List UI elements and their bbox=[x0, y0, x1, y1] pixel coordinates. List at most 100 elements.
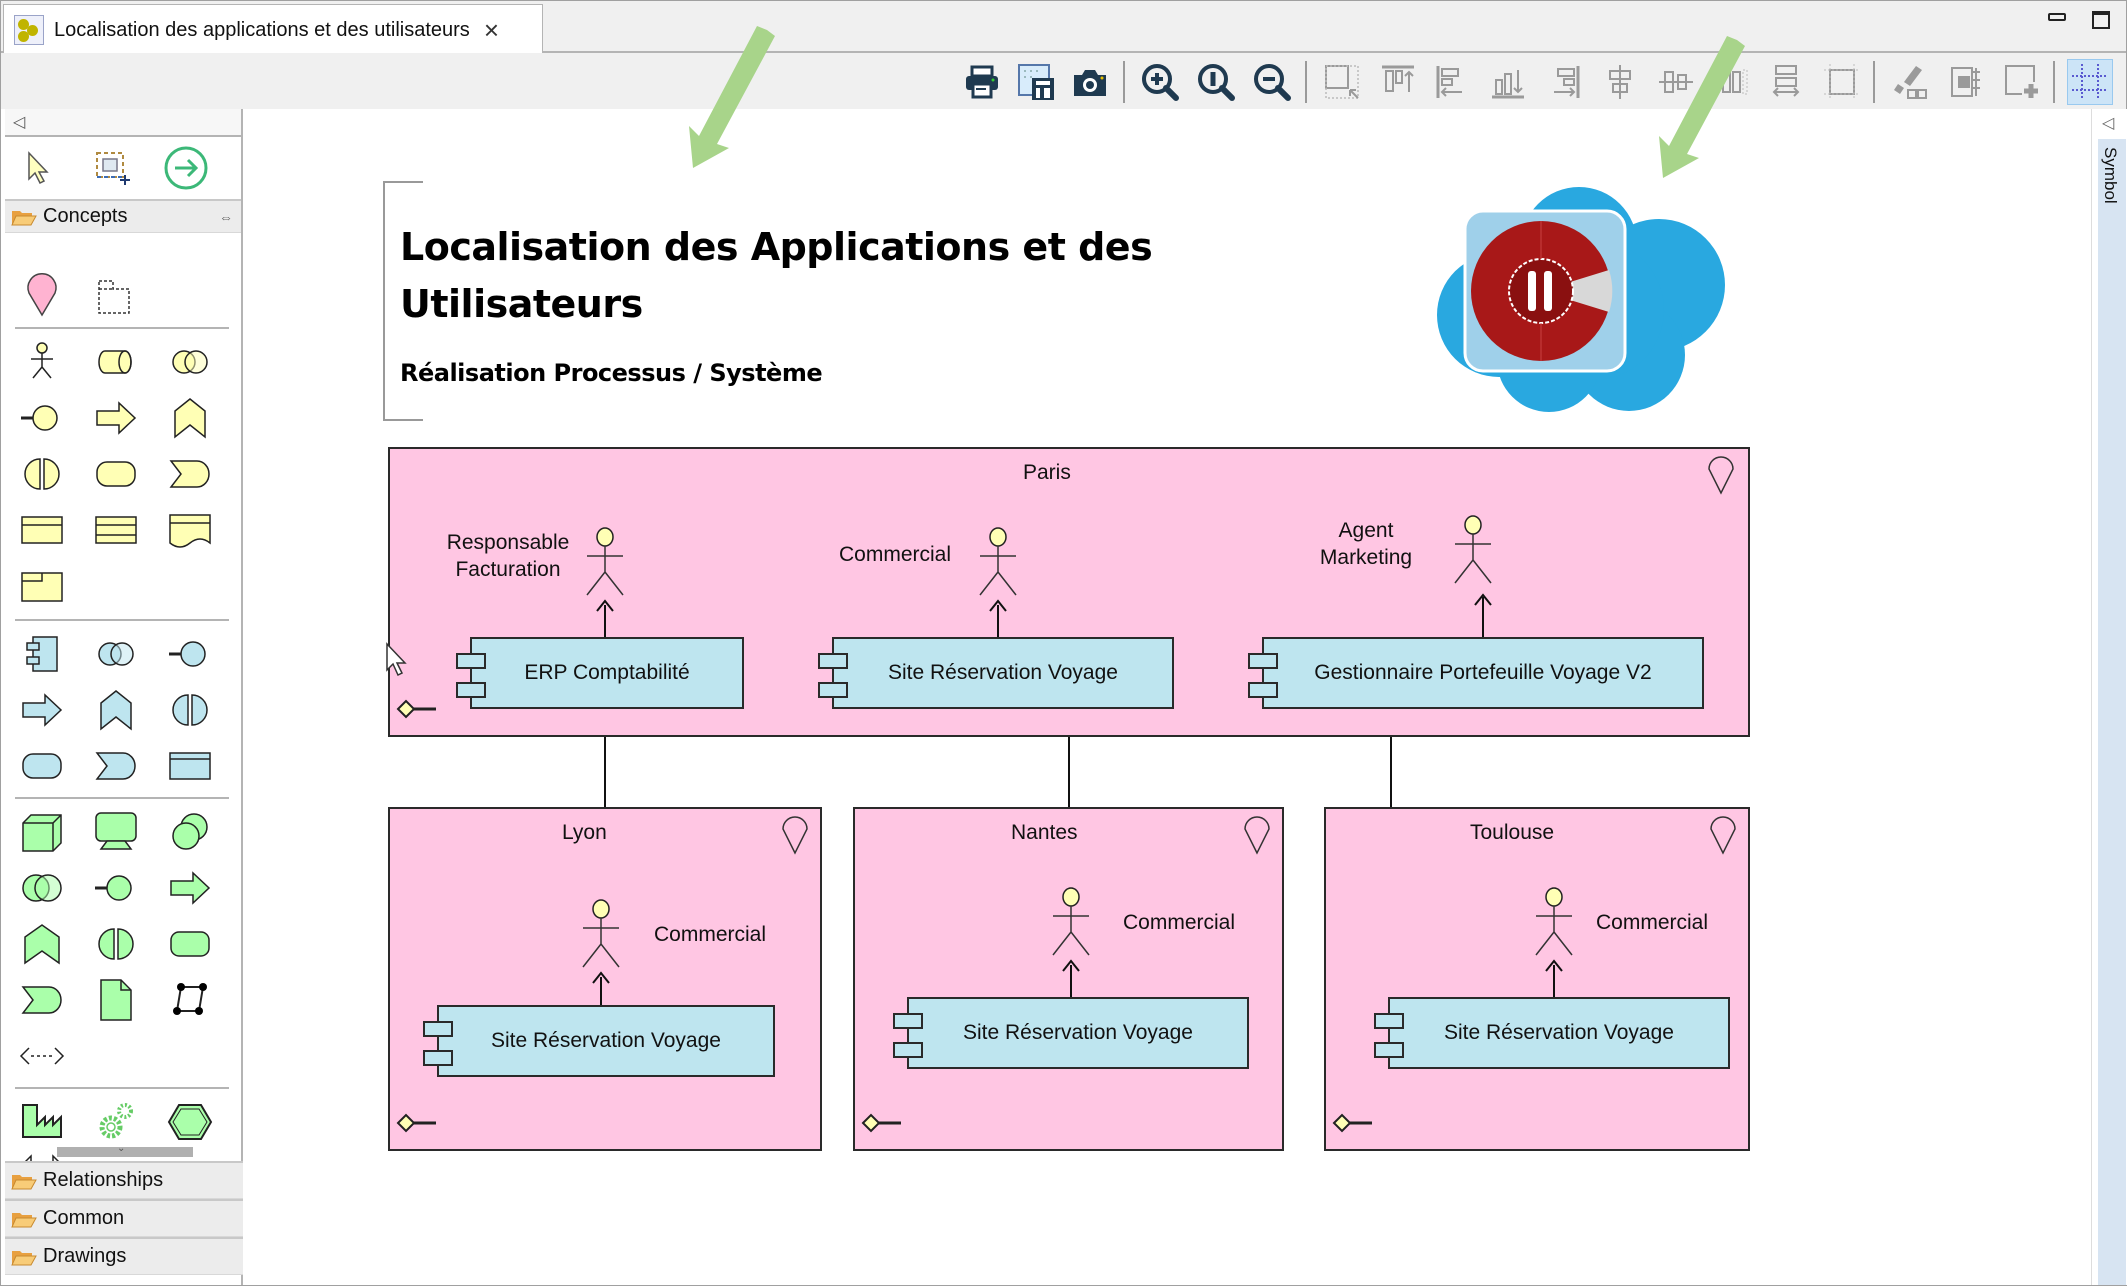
technology-event-tool[interactable] bbox=[19, 977, 65, 1023]
application-service-tool[interactable] bbox=[19, 743, 65, 789]
location-connection[interactable] bbox=[604, 736, 606, 808]
snapshot-button[interactable] bbox=[1067, 59, 1113, 105]
business-process-tool[interactable] bbox=[93, 395, 139, 441]
pin-icon[interactable]: ⇔ bbox=[219, 209, 233, 225]
drawer-common[interactable]: Common bbox=[5, 1199, 243, 1237]
contract-tool[interactable] bbox=[93, 507, 139, 553]
zoom-out-button[interactable] bbox=[1249, 59, 1295, 105]
technology-process-tool[interactable] bbox=[167, 865, 213, 911]
align-center-button[interactable] bbox=[1597, 59, 1643, 105]
application-event-tool[interactable] bbox=[93, 743, 139, 789]
data-object-tool[interactable] bbox=[167, 743, 213, 789]
device-tool[interactable] bbox=[93, 809, 139, 855]
node-tool[interactable] bbox=[19, 809, 65, 855]
minimize-button[interactable] bbox=[2048, 13, 2066, 21]
location-connection[interactable] bbox=[1068, 736, 1070, 808]
palette-collapse-button[interactable]: ◁ bbox=[5, 109, 241, 137]
business-interface-tool[interactable] bbox=[19, 395, 65, 441]
location-nantes[interactable]: Nantes Commercial Site Réservation Voyag… bbox=[853, 807, 1284, 1151]
facility-tool[interactable] bbox=[93, 1099, 139, 1145]
technology-collaboration-tool[interactable] bbox=[19, 865, 65, 911]
communication-network-tool[interactable] bbox=[167, 977, 213, 1023]
application-interface-tool[interactable] bbox=[167, 631, 213, 677]
actor-icon[interactable] bbox=[1043, 887, 1099, 965]
technology-function-tool[interactable] bbox=[19, 921, 65, 967]
zoom-normal-button[interactable] bbox=[1193, 59, 1239, 105]
application-collaboration-tool[interactable] bbox=[93, 631, 139, 677]
service-icon bbox=[22, 753, 62, 779]
application-interaction-tool[interactable] bbox=[167, 687, 213, 733]
application-component[interactable]: ERP Comptabilité bbox=[456, 637, 744, 709]
grid-toggle-button[interactable] bbox=[2067, 59, 2113, 105]
business-role-tool[interactable] bbox=[93, 339, 139, 385]
application-name: Site Réservation Voyage bbox=[491, 1029, 721, 1052]
technology-interface-tool[interactable] bbox=[93, 865, 139, 911]
drawer-drawings[interactable]: Drawings bbox=[5, 1237, 243, 1275]
new-element-button[interactable] bbox=[1999, 59, 2045, 105]
match-size-button[interactable] bbox=[1319, 59, 1365, 105]
select-tool[interactable] bbox=[15, 145, 61, 191]
default-size-button[interactable] bbox=[1819, 59, 1865, 105]
process-arrow-icon bbox=[96, 401, 137, 435]
magic-connector-tool[interactable] bbox=[163, 145, 209, 191]
application-component[interactable]: Site Réservation Voyage bbox=[893, 997, 1249, 1069]
drawer-relationships[interactable]: Relationships bbox=[5, 1161, 243, 1199]
system-software-tool[interactable] bbox=[167, 809, 213, 855]
marquee-tool[interactable] bbox=[89, 145, 135, 191]
location-paris[interactable]: Paris Responsable Facturation ERP Compta… bbox=[388, 447, 1750, 737]
symbol-tab[interactable]: Symbol bbox=[2098, 139, 2126, 1285]
business-event-tool[interactable] bbox=[167, 451, 213, 497]
save-as-image-button[interactable] bbox=[1013, 59, 1059, 105]
technology-service-tool[interactable] bbox=[167, 921, 213, 967]
grouping-tool[interactable] bbox=[91, 273, 137, 319]
align-right-button[interactable] bbox=[1541, 59, 1587, 105]
application-component[interactable]: Gestionnaire Portefeuille Voyage V2 bbox=[1248, 637, 1704, 709]
actor-icon[interactable] bbox=[970, 527, 1026, 605]
palette-scroll-down[interactable]: ⌄ bbox=[57, 1143, 193, 1157]
close-icon[interactable]: × bbox=[484, 17, 499, 43]
location-toulouse[interactable]: Toulouse Commercial Site Réservation Voy… bbox=[1324, 807, 1750, 1151]
align-left-button[interactable] bbox=[1429, 59, 1475, 105]
business-function-tool[interactable] bbox=[167, 395, 213, 441]
distribution-network-tool[interactable] bbox=[167, 1099, 213, 1145]
equipment-tool[interactable] bbox=[19, 1099, 65, 1145]
application-function-tool[interactable] bbox=[93, 687, 139, 733]
actor-icon[interactable] bbox=[573, 899, 629, 977]
drawer-concepts[interactable]: Concepts ⇔ bbox=[5, 201, 241, 233]
zoom-in-button[interactable] bbox=[1137, 59, 1183, 105]
location-tool[interactable] bbox=[19, 273, 65, 319]
application-component[interactable]: Site Réservation Voyage bbox=[818, 637, 1174, 709]
actor-icon[interactable] bbox=[1445, 515, 1501, 593]
align-bottom-button[interactable] bbox=[1485, 59, 1531, 105]
location-name: Paris bbox=[1023, 461, 1071, 484]
maximize-button[interactable] bbox=[2092, 11, 2110, 29]
application-process-tool[interactable] bbox=[19, 687, 65, 733]
representation-tool[interactable] bbox=[167, 507, 213, 553]
reset-size-button[interactable] bbox=[1943, 59, 1989, 105]
business-object-tool[interactable] bbox=[19, 507, 65, 553]
match-height-button[interactable] bbox=[1763, 59, 1809, 105]
application-component[interactable]: Site Réservation Voyage bbox=[423, 1005, 775, 1077]
expand-left-icon[interactable]: ◁ bbox=[2102, 113, 2114, 133]
drawer-label: Relationships bbox=[43, 1169, 164, 1191]
actor-icon[interactable] bbox=[1526, 887, 1582, 965]
path-tool[interactable] bbox=[19, 1033, 65, 1079]
application-component[interactable]: Site Réservation Voyage bbox=[1374, 997, 1730, 1069]
artifact-tool[interactable] bbox=[93, 977, 139, 1023]
business-interaction-tool[interactable] bbox=[19, 451, 65, 497]
align-top-button[interactable] bbox=[1375, 59, 1421, 105]
process-arrow-icon bbox=[22, 693, 63, 727]
product-tool[interactable] bbox=[19, 563, 65, 609]
business-collaboration-tool[interactable] bbox=[167, 339, 213, 385]
component-tab bbox=[456, 682, 486, 698]
business-actor-tool[interactable] bbox=[19, 339, 65, 385]
tab-diagram[interactable]: Localisation des applications et des uti… bbox=[3, 4, 543, 55]
application-component-tool[interactable] bbox=[19, 631, 65, 677]
actor-icon[interactable] bbox=[577, 527, 633, 605]
business-service-tool[interactable] bbox=[93, 451, 139, 497]
print-button[interactable] bbox=[959, 59, 1005, 105]
location-connection[interactable] bbox=[1390, 736, 1392, 808]
technology-interaction-tool[interactable] bbox=[93, 921, 139, 967]
location-lyon[interactable]: Lyon Commercial Site Réservation Voyage bbox=[388, 807, 822, 1151]
format-painter-button[interactable] bbox=[1887, 59, 1933, 105]
